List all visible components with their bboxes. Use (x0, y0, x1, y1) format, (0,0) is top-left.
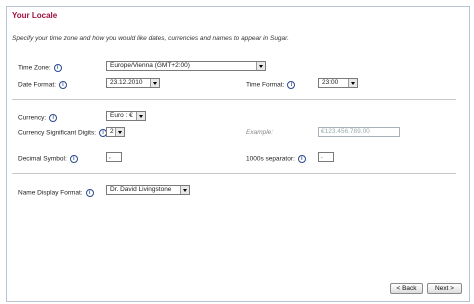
next-button[interactable]: Next > (427, 283, 462, 294)
info-icon[interactable]: i (53, 64, 62, 72)
time-zone-label: Time Zone: i (18, 64, 62, 72)
section-divider (12, 173, 456, 174)
info-icon[interactable]: i (297, 155, 306, 163)
example-label: Example: (246, 129, 274, 136)
info-icon[interactable]: i (69, 155, 78, 163)
time-format-select[interactable]: 23:00 (318, 78, 358, 88)
chevron-down-icon (150, 79, 159, 87)
chevron-down-icon (256, 62, 265, 70)
page-title: Your Locale (12, 11, 58, 20)
name-display-select[interactable]: Dr. David Livingstone (106, 185, 190, 195)
section-divider (12, 99, 456, 100)
info-icon[interactable]: i (287, 81, 296, 89)
chevron-down-icon (348, 79, 357, 87)
currency-example-field: €123.456.789,00 (318, 127, 400, 137)
currency-digits-select[interactable]: 2 (106, 127, 125, 137)
date-format-select[interactable]: 23.12.2010 (106, 78, 160, 88)
name-display-label: Name Display Format: i (18, 189, 94, 197)
locale-panel (6, 6, 470, 302)
decimal-symbol-label: Decimal Symbol: i (18, 155, 78, 163)
info-icon[interactable]: i (85, 189, 94, 197)
currency-digits-label: Currency Significant Digits: i (18, 129, 108, 137)
chevron-down-icon (136, 112, 145, 120)
back-button[interactable]: < Back (390, 283, 423, 294)
time-format-label: Time Format: i (246, 81, 296, 89)
info-icon[interactable]: i (49, 114, 58, 122)
intro-text: Specify your time zone and how you would… (12, 35, 289, 42)
decimal-symbol-input[interactable]: , (106, 152, 122, 162)
date-format-label: Date Format: i (18, 81, 67, 89)
thousands-separator-input[interactable]: . (318, 152, 334, 162)
thousands-separator-label: 1000s separator: i (246, 155, 306, 163)
time-zone-select[interactable]: Europe/Vienna (GMT+2:00) (106, 61, 266, 71)
chevron-down-icon (180, 186, 189, 194)
currency-label: Currency: i (18, 114, 58, 122)
info-icon[interactable]: i (58, 81, 67, 89)
chevron-down-icon (115, 128, 124, 136)
currency-select[interactable]: Euro : € (106, 111, 146, 121)
